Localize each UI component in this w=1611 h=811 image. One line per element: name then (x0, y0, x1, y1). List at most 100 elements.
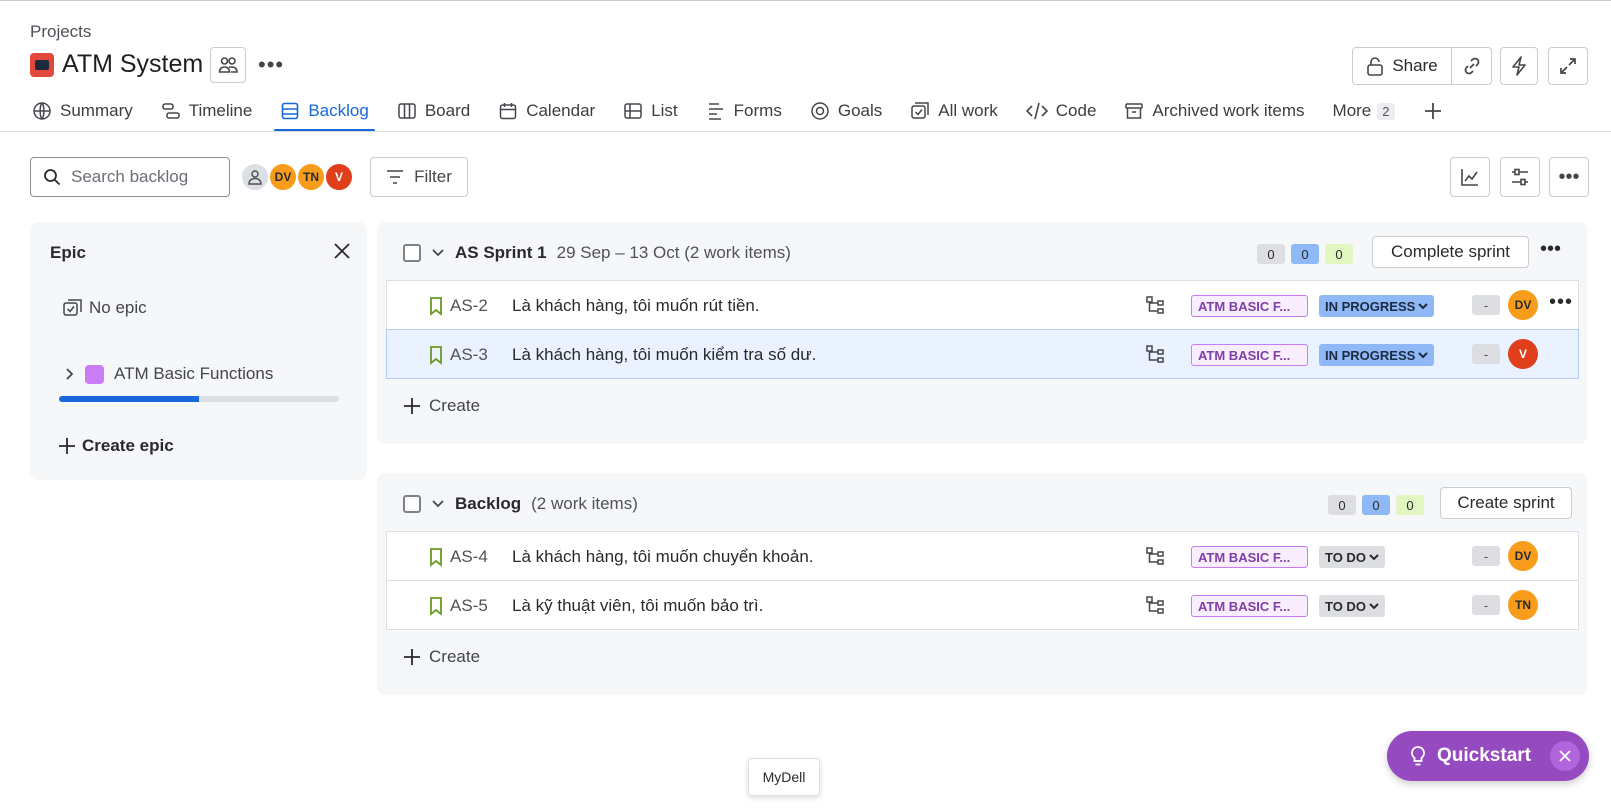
tab-more[interactable]: More 2 (1333, 96, 1395, 126)
project-more-button[interactable]: ••• (258, 52, 284, 78)
tab-summary[interactable]: Summary (32, 96, 133, 126)
share-button[interactable]: Share (1352, 47, 1452, 85)
issue-summary[interactable]: Là khách hàng, tôi muốn chuyển khoản. (512, 547, 814, 567)
issue-summary[interactable]: Là khách hàng, tôi muốn kiểm tra số dư. (512, 345, 816, 365)
status-label: TO DO (1325, 549, 1366, 565)
inprogress-count: 0 (1362, 495, 1390, 515)
child-items-icon[interactable] (1145, 595, 1165, 615)
quickstart-button[interactable]: Quickstart (1387, 731, 1589, 781)
estimate-badge[interactable]: - (1472, 344, 1500, 364)
status-dropdown[interactable]: TO DO (1319, 546, 1385, 568)
all-work-icon (910, 101, 930, 121)
view-settings-button[interactable] (1500, 157, 1540, 197)
epic-lozenge[interactable]: ATM BASIC F... (1191, 295, 1308, 317)
unassigned-avatar[interactable] (240, 162, 270, 192)
sliders-icon (1510, 167, 1530, 187)
backlog-create-button[interactable]: Create (403, 647, 480, 667)
avatar[interactable]: V (324, 162, 354, 192)
status-dropdown[interactable]: TO DO (1319, 595, 1385, 617)
issue-key[interactable]: AS-3 (450, 345, 488, 365)
chart-icon (1460, 167, 1480, 187)
tab-timeline[interactable]: Timeline (161, 96, 252, 126)
quickstart-close-button[interactable] (1550, 741, 1580, 771)
no-epic-filter[interactable]: No epic (63, 298, 147, 318)
issue-summary[interactable]: Là kỹ thuật viên, tôi muốn bảo trì. (512, 596, 763, 616)
copy-link-button[interactable] (1451, 47, 1492, 85)
backlog-select-checkbox[interactable] (403, 495, 421, 513)
fullscreen-button[interactable] (1548, 47, 1588, 85)
create-sprint-button[interactable]: Create sprint (1440, 487, 1572, 519)
tab-archived[interactable]: Archived work items (1124, 96, 1305, 126)
complete-sprint-button[interactable]: Complete sprint (1372, 236, 1529, 268)
toolbar-more-button[interactable]: ••• (1549, 157, 1589, 197)
epic-lozenge[interactable]: ATM BASIC F... (1191, 546, 1308, 568)
tab-label: All work (938, 101, 998, 120)
status-label: IN PROGRESS (1325, 298, 1416, 314)
close-icon (333, 242, 351, 260)
issue-summary[interactable]: Là khách hàng, tôi muốn rút tiền. (512, 296, 760, 316)
plus-icon (1423, 101, 1443, 121)
assignee-avatar[interactable]: V (1508, 339, 1538, 369)
sprint-header: AS Sprint 1 29 Sep – 13 Oct (2 work item… (403, 243, 791, 263)
estimate-badge[interactable]: - (1472, 595, 1500, 615)
backlog-row[interactable]: AS-3 Là khách hàng, tôi muốn kiểm tra số… (386, 329, 1579, 379)
plus-icon (58, 437, 76, 455)
tab-calendar[interactable]: Calendar (498, 96, 595, 126)
tab-list[interactable]: List (623, 96, 678, 126)
tab-goals[interactable]: Goals (810, 96, 882, 126)
estimate-badge[interactable]: - (1472, 546, 1500, 566)
story-icon (429, 296, 443, 316)
goals-icon (810, 101, 830, 121)
insights-button[interactable] (1450, 157, 1490, 197)
backlog-icon (280, 101, 300, 121)
sprint-select-checkbox[interactable] (403, 244, 421, 262)
assignee-avatar[interactable]: DV (1508, 290, 1538, 320)
issue-key[interactable]: AS-2 (450, 296, 488, 316)
child-items-icon[interactable] (1145, 344, 1165, 364)
backlog-row[interactable]: AS-4 Là khách hàng, tôi muốn chuyển khoả… (386, 531, 1579, 581)
team-button[interactable] (210, 47, 246, 83)
sprint-more-button[interactable]: ••• (1540, 238, 1561, 261)
chevron-down-icon[interactable] (431, 499, 445, 509)
filter-button[interactable]: Filter (370, 157, 468, 197)
assignee-avatar[interactable]: TN (1508, 590, 1538, 620)
search-input[interactable]: Search backlog (30, 157, 230, 197)
avatar[interactable]: TN (296, 162, 326, 192)
chevron-down-icon[interactable] (431, 248, 445, 258)
tab-all-work[interactable]: All work (910, 96, 998, 126)
epic-progress-fill (59, 396, 199, 402)
taskbar-tooltip: MyDell (748, 758, 820, 796)
lightning-icon (1510, 56, 1528, 76)
epic-color-swatch (85, 364, 104, 384)
sprint-create-button[interactable]: Create (403, 396, 480, 416)
add-tab-button[interactable] (1423, 96, 1443, 126)
close-epic-panel-button[interactable] (333, 242, 351, 260)
child-items-icon[interactable] (1145, 546, 1165, 566)
create-epic-button[interactable]: Create epic (58, 436, 174, 456)
breadcrumb-projects[interactable]: Projects (30, 22, 91, 42)
backlog-counts: 0 0 0 (1328, 495, 1424, 515)
sprint-meta: 29 Sep – 13 Oct (2 work items) (556, 243, 791, 262)
epic-lozenge[interactable]: ATM BASIC F... (1191, 344, 1308, 366)
avatar[interactable]: DV (268, 162, 298, 192)
epic-item[interactable]: ATM Basic Functions (65, 364, 273, 384)
assignee-avatar[interactable]: DV (1508, 541, 1538, 571)
close-icon (1559, 750, 1571, 762)
tab-board[interactable]: Board (397, 96, 470, 126)
issue-key[interactable]: AS-5 (450, 596, 488, 616)
row-more-button[interactable]: ••• (1549, 291, 1573, 314)
backlog-row[interactable]: AS-5 Là kỹ thuật viên, tôi muốn bảo trì.… (386, 580, 1579, 630)
issue-key[interactable]: AS-4 (450, 547, 488, 567)
tab-label: Goals (837, 101, 883, 120)
automation-button[interactable] (1500, 47, 1538, 85)
status-dropdown[interactable]: IN PROGRESS (1319, 295, 1435, 317)
estimate-badge[interactable]: - (1472, 295, 1500, 315)
child-items-icon[interactable] (1145, 295, 1165, 315)
no-epic-label: No epic (89, 298, 147, 317)
backlog-row[interactable]: AS-2 Là khách hàng, tôi muốn rút tiền. A… (386, 280, 1579, 330)
tab-forms[interactable]: Forms (706, 96, 782, 126)
tab-code[interactable]: Code (1025, 96, 1096, 126)
epic-lozenge[interactable]: ATM BASIC F... (1191, 595, 1308, 617)
tab-backlog[interactable]: Backlog (274, 96, 376, 132)
status-dropdown[interactable]: IN PROGRESS (1319, 344, 1435, 366)
